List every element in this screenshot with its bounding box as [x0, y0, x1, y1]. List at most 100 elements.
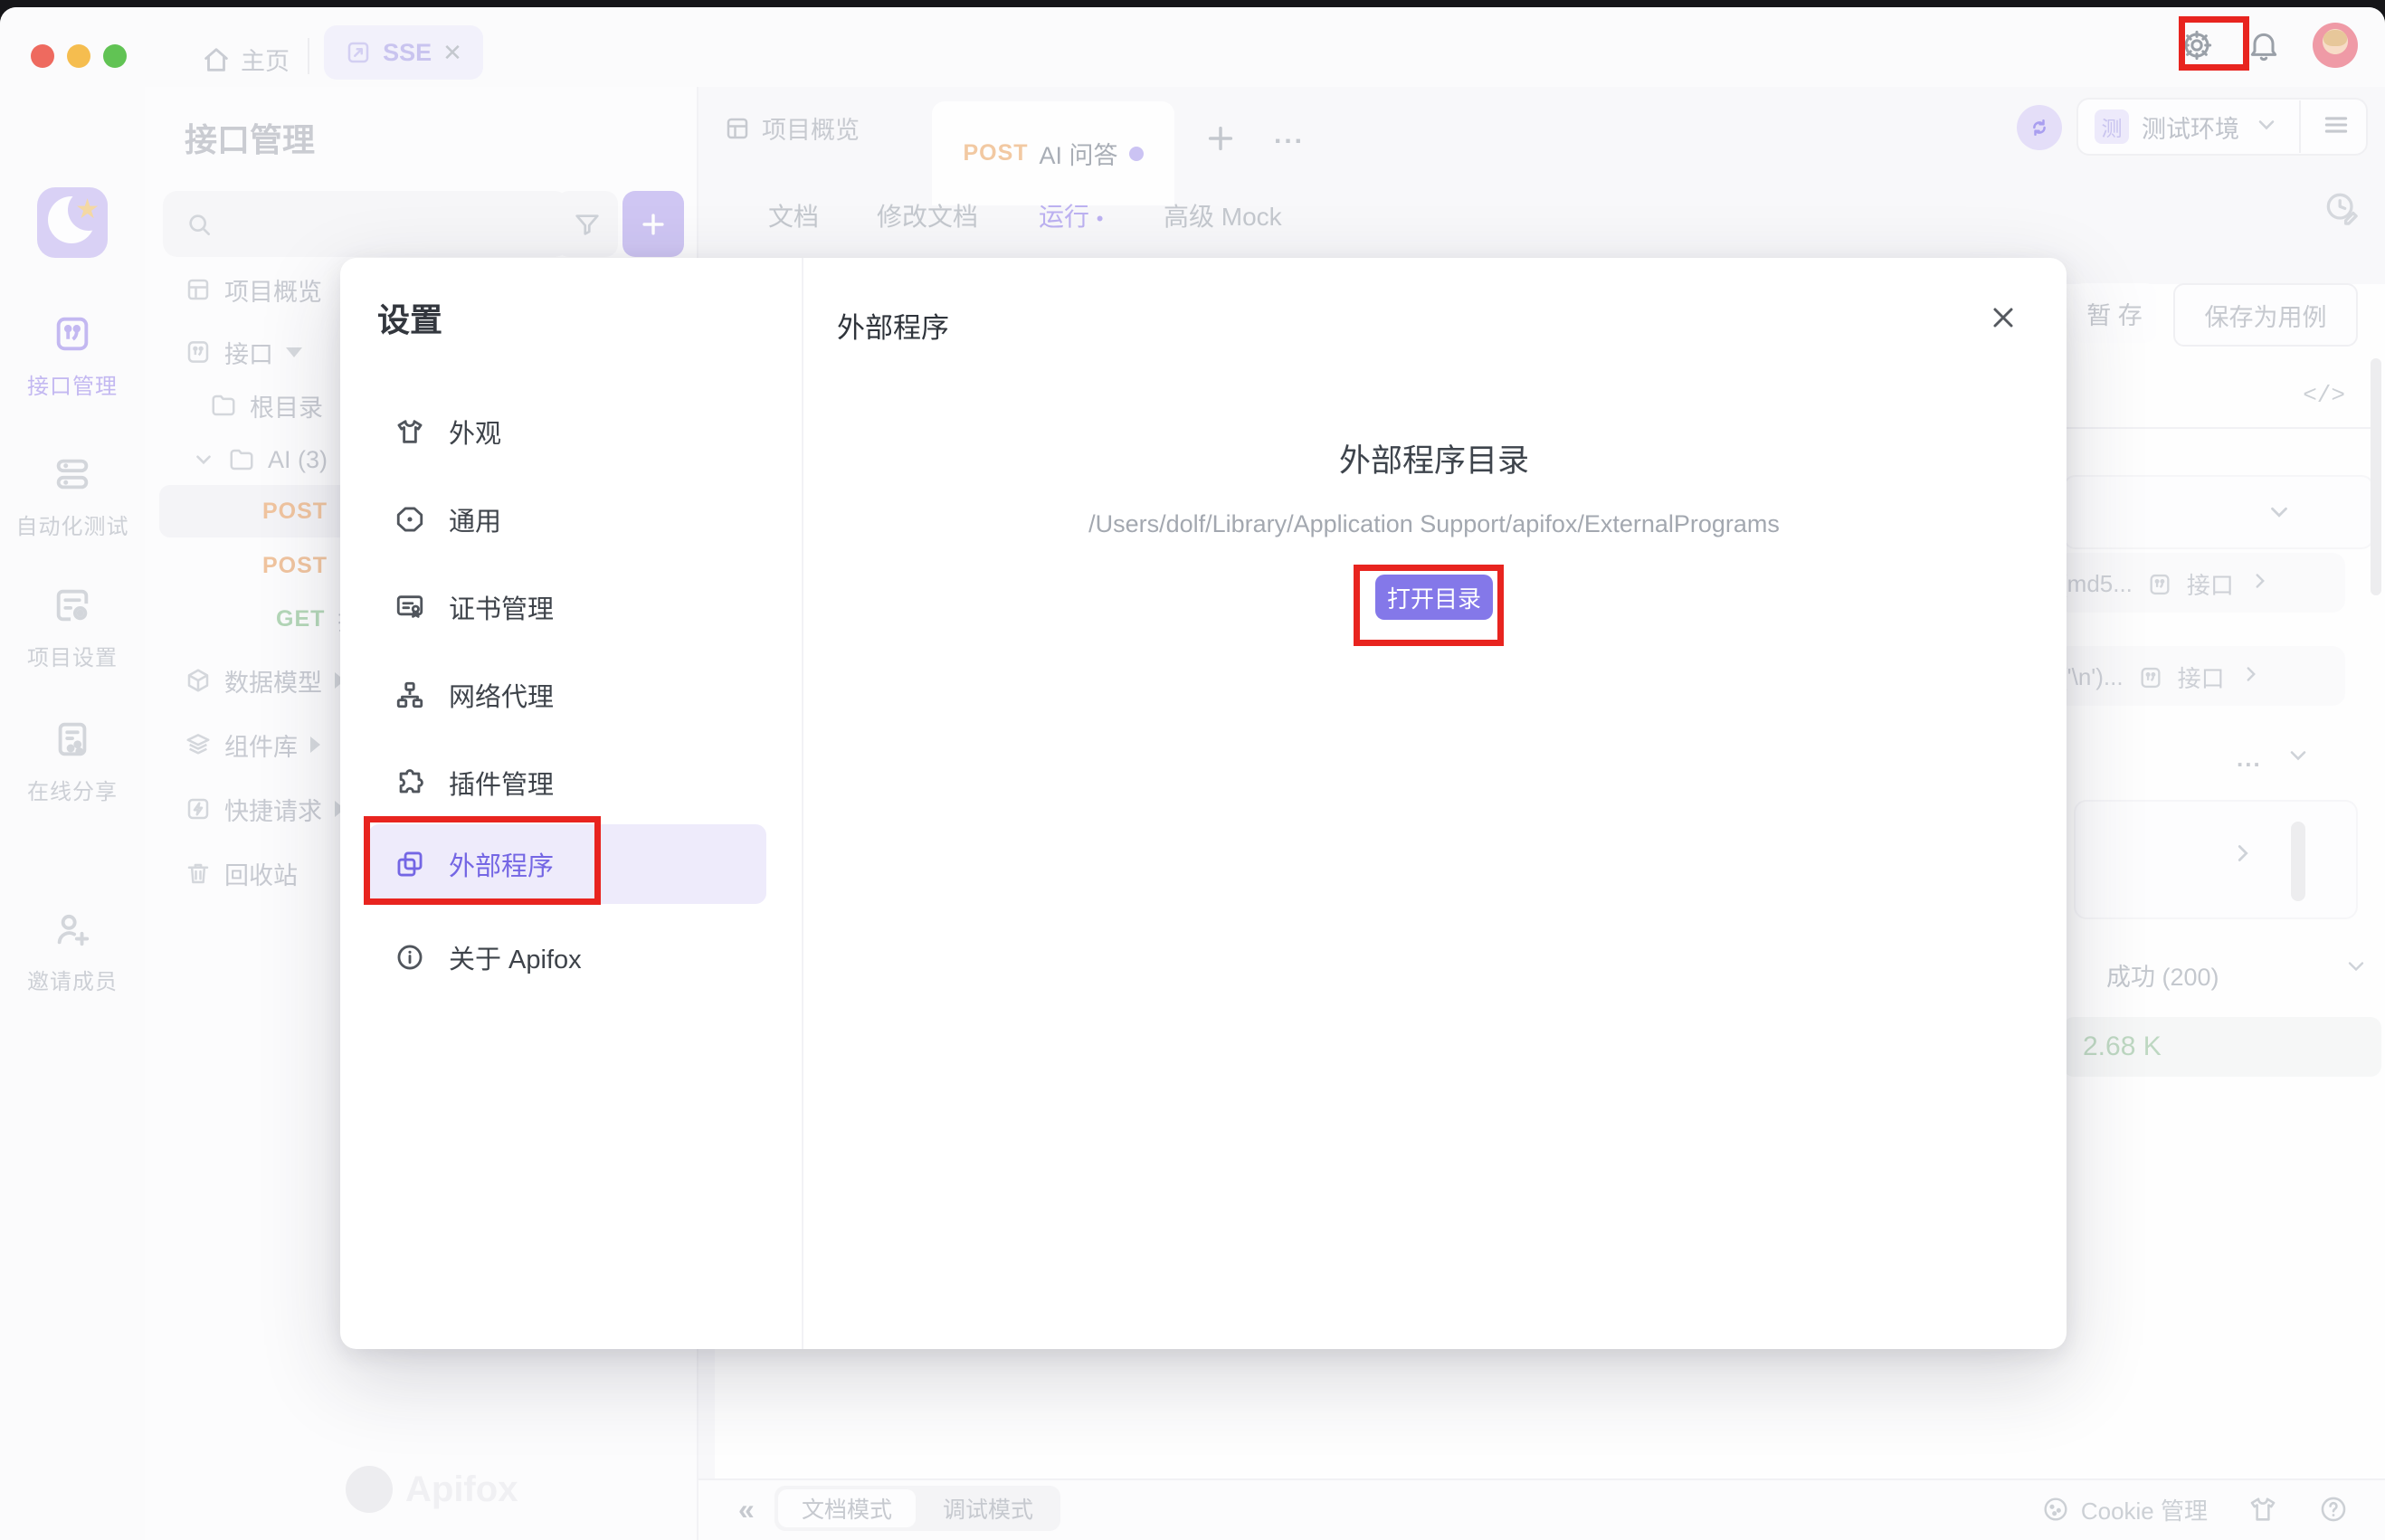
lightning-icon [185, 795, 212, 822]
chevron-down-icon [2254, 112, 2279, 142]
debug-mode-button[interactable]: 调试模式 [919, 1489, 1057, 1527]
settings-item-label: 外观 [449, 413, 501, 451]
settings-item-proxy[interactable]: 网络代理 [394, 668, 554, 722]
fox-logo-icon [346, 1466, 393, 1513]
tab-overflow-button[interactable]: ... [1274, 119, 1305, 150]
code-view-icon[interactable]: </> [2303, 382, 2345, 409]
mode-segmented-control: 文档模式 调试模式 [774, 1486, 1060, 1531]
trash-icon [185, 860, 212, 887]
chevron-down-icon[interactable] [2285, 743, 2311, 775]
tree-item-label: AI (3) [268, 446, 328, 474]
settings-item-about[interactable]: 关于 Apifox [394, 930, 582, 984]
close-icon[interactable] [1987, 301, 2019, 338]
api-management-icon [0, 313, 145, 359]
subtab-run[interactable]: 运行 • [1039, 197, 1104, 233]
sidebar-item-label: 邀请成员 [0, 964, 145, 995]
notifications-bell-icon[interactable] [2246, 27, 2282, 63]
titlebar-divider [308, 38, 309, 74]
new-tab-button[interactable] [1202, 119, 1240, 162]
add-api-button[interactable] [622, 191, 684, 257]
caret-down-icon [286, 347, 302, 357]
menu-burger-icon[interactable] [2321, 109, 2352, 145]
dir-path: /Users/dolf/Library/Application Support/… [802, 510, 2067, 538]
tab-active-api[interactable]: POST AI 问答 [932, 101, 1174, 205]
bottom-bar: « 文档模式 调试模式 Cookie 管理 [698, 1478, 2385, 1540]
subtab-edit-doc[interactable]: 修改文档 [877, 197, 978, 233]
tab-project-overview[interactable]: 项目概览 [724, 110, 860, 146]
annotation-box-open-directory [1354, 565, 1504, 646]
sidebar-item-auto-test[interactable]: 自动化测试 [0, 453, 145, 540]
general-icon [394, 504, 425, 535]
method-badge: POST [963, 140, 1028, 166]
tree-item-trash[interactable]: 回收站 [185, 848, 298, 898]
search-icon [185, 210, 214, 239]
subtab-advanced-mock[interactable]: 高级 Mock [1164, 197, 1282, 233]
chevron-down-icon[interactable] [2266, 499, 2293, 530]
tree-item-label: 组件库 [224, 727, 298, 763]
doc-mode-button[interactable]: 文档模式 [778, 1489, 916, 1527]
collapse-sidebar-icon[interactable]: « [738, 1493, 755, 1526]
app-logo: ★ [37, 187, 108, 258]
response-body-card [2074, 800, 2358, 919]
sidebar-item-label: 在线分享 [0, 774, 145, 805]
chevron-down-icon[interactable] [2343, 954, 2369, 984]
settings-item-appearance[interactable]: 外观 [394, 404, 501, 459]
subtab-doc[interactable]: 文档 [768, 197, 819, 233]
cube-icon [185, 667, 212, 694]
history-icon[interactable] [2322, 188, 2361, 233]
tree-item-project-overview[interactable]: 项目概览 [185, 264, 322, 315]
tree-item-label: 数据模型 [224, 663, 322, 699]
response-ref-row[interactable]: ('\n')... 接口 [2056, 646, 2345, 706]
env-sync-icon[interactable] [2017, 105, 2062, 150]
sse-tab-close-icon[interactable]: ✕ [442, 39, 462, 67]
cookie-manager-button[interactable]: Cookie 管理 [2041, 1493, 2208, 1526]
tree-item-label: 快捷请求 [224, 792, 322, 827]
response-status[interactable]: 成功 (200) [2106, 957, 2219, 993]
stash-button[interactable]: 暂 存 [2073, 283, 2156, 343]
save-as-case-button[interactable]: 保存为用例 [2173, 283, 2358, 347]
chevron-right-icon[interactable] [2229, 840, 2257, 871]
chevron-right-icon [2239, 662, 2263, 692]
ref-tag: 接口 [2187, 567, 2234, 601]
sidebar-item-label: 项目设置 [0, 640, 145, 671]
search-input[interactable] [163, 191, 569, 257]
tree-item-ai-folder[interactable]: AI (3) [192, 434, 328, 485]
settings-item-general[interactable]: 通用 [394, 492, 501, 547]
right-scrollbar[interactable] [2371, 358, 2381, 595]
response-size-card: 2.68 K [2063, 1017, 2381, 1077]
tree-item-api-root[interactable]: 接口 [185, 327, 302, 377]
theme-tshirt-icon[interactable] [2247, 1494, 2278, 1525]
nav-rail: ★ 接口管理 自动化测试 项目设置 在线分享 [0, 87, 145, 1540]
home-tab[interactable]: 主页 [201, 42, 290, 77]
tab-label: AI 问答 [1040, 136, 1118, 171]
settings-item-certificates[interactable]: 证书管理 [394, 580, 554, 634]
external-window-icon [345, 39, 372, 66]
plus-icon [638, 209, 669, 240]
filter-button[interactable] [556, 191, 618, 257]
traffic-light-zoom[interactable] [103, 44, 127, 68]
layers-icon [185, 731, 212, 758]
sidebar-item-api-management[interactable]: 接口管理 [0, 313, 145, 400]
traffic-light-close[interactable] [31, 44, 54, 68]
sidebar-item-project-settings[interactable]: 项目设置 [0, 585, 145, 671]
tree-item-quick-request[interactable]: 快捷请求 [185, 784, 345, 834]
ref-text: (md5... [2059, 570, 2133, 598]
network-icon [394, 680, 425, 710]
tree-item-data-models[interactable]: 数据模型 [185, 655, 345, 706]
help-icon[interactable] [2318, 1494, 2349, 1525]
sidebar-item-invite-members[interactable]: 邀请成员 [0, 908, 145, 995]
traffic-light-minimize[interactable] [67, 44, 90, 68]
overview-icon [185, 276, 212, 303]
settings-title: 设置 [377, 294, 442, 341]
tree-item-components[interactable]: 组件库 [185, 719, 320, 770]
more-button[interactable]: ... [2237, 745, 2262, 773]
environment-selector[interactable]: 测 测试环境 [2076, 98, 2368, 156]
inner-scrollbar[interactable] [2291, 822, 2305, 901]
sse-window-tab[interactable]: SSE ✕ [324, 25, 483, 80]
user-avatar[interactable] [2313, 23, 2358, 68]
sidebar-item-online-share[interactable]: 在线分享 [0, 718, 145, 805]
sidebar-item-label: 自动化测试 [0, 509, 145, 540]
settings-item-plugins[interactable]: 插件管理 [394, 756, 554, 810]
response-ref-row[interactable]: (md5... 接口 [2056, 553, 2345, 613]
tree-item-root-folder[interactable]: 根目录 [210, 380, 323, 431]
